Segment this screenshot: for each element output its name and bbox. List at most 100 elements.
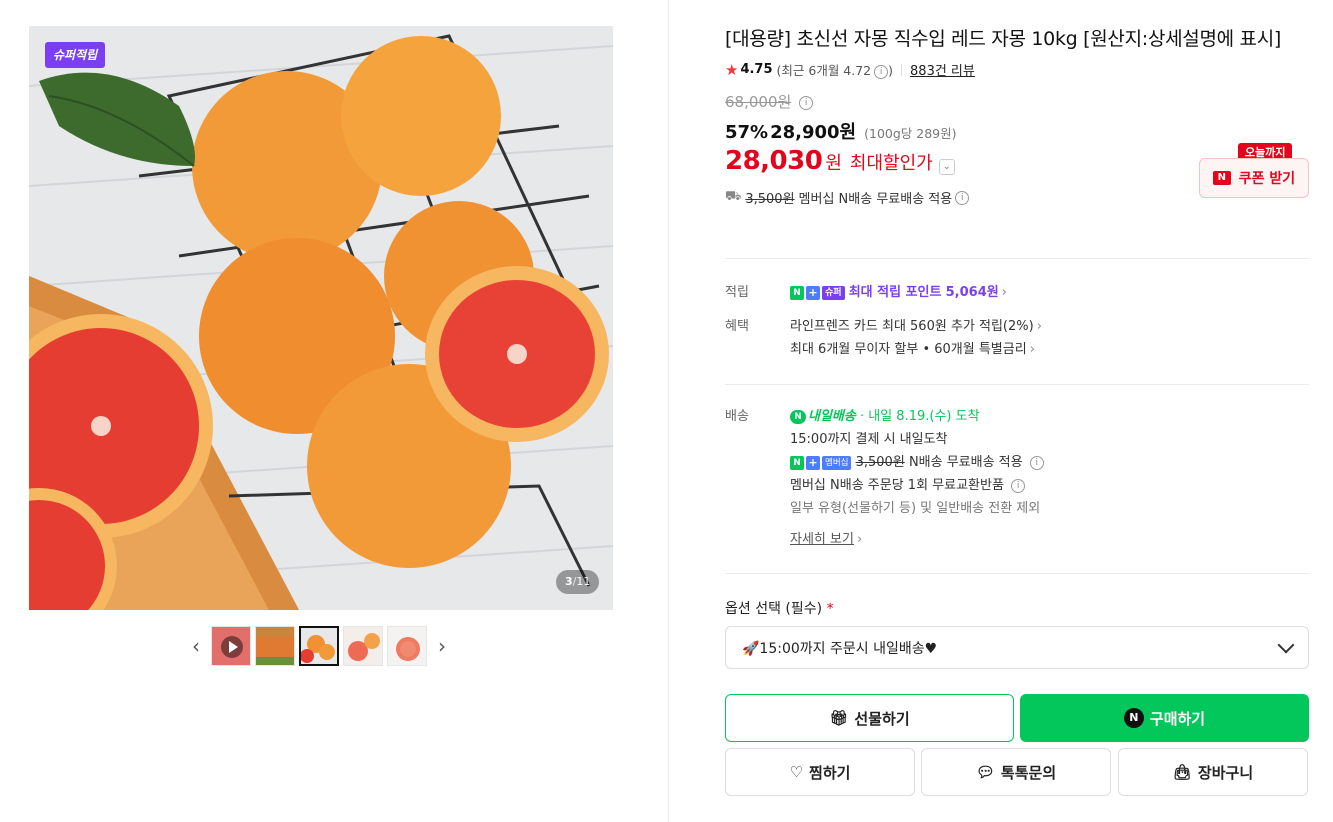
tomorrow-delivery-badge: N 내일배송 — [790, 405, 856, 428]
buy-button[interactable]: N 구매하기 — [1020, 694, 1309, 742]
option-label: 옵션 선택 (필수) * — [725, 598, 834, 618]
thumbnail-video[interactable] — [211, 626, 251, 666]
arrival-date: · 내일 8.19.(수) 도착 — [859, 409, 980, 424]
coupon-label: 쿠폰 받기 — [1238, 171, 1296, 187]
delivery-exchange-row: 멤버십 N배송 주문당 1회 무료교환반품 i — [790, 474, 1309, 497]
delivery-member-row: N + 멤버십 3,500원 N배송 무료배송 적용 i — [790, 451, 1309, 474]
wishlist-label: 찜하기 — [809, 763, 851, 782]
star-icon: ★ — [725, 60, 739, 79]
shipping-text: 멤버십 N배송 무료배송 적용 — [798, 192, 953, 207]
product-main-image[interactable] — [29, 26, 613, 610]
thumbnail-3-active[interactable] — [299, 626, 339, 666]
sale-price: 28,900원 — [770, 122, 857, 143]
thumb-image-5 — [388, 627, 426, 665]
tomorrow-delivery-text: 내일배송 — [808, 409, 856, 424]
naver-pay-icon: N — [1123, 708, 1144, 728]
gift-label: 선물하기 — [854, 709, 910, 728]
gift-icon: 🎁︎ — [829, 709, 849, 727]
thumb-image-3 — [301, 628, 337, 664]
info-icon[interactable]: i — [1029, 455, 1044, 470]
original-price-row: 68,000원 i — [725, 91, 1309, 112]
info-icon[interactable]: i — [874, 64, 889, 79]
thumb-prev-button[interactable]: ‹ — [185, 625, 207, 667]
info-icon[interactable]: i — [1011, 478, 1026, 493]
delivery-free-text: N배송 무료배송 적용 — [908, 455, 1023, 470]
product-title: [대용량] 초신선 자몽 직수입 레드 자몽 10kg [원산지:상세설명에 표… — [725, 28, 1282, 50]
original-price: 68,000원 — [725, 93, 792, 111]
rating-score: 4.75 — [740, 62, 773, 77]
benefit-card-link[interactable]: 라인프렌즈 카드 최대 560원 추가 적립(2%) › — [790, 315, 1309, 338]
naver-n-icon: N — [790, 409, 806, 424]
image-page-indicator: 3/11 — [556, 570, 600, 594]
page-total: 11 — [576, 575, 591, 588]
page-current: 3 — [565, 575, 573, 588]
cart-button[interactable]: 👜︎ 장바구니 — [1118, 748, 1308, 796]
delivery-exclusion: 일부 유형(선물하기 등) 및 일반배송 전환 제외 — [790, 501, 1041, 516]
rating-row: ★ 4.75 (최근 6개월 4.72 i) 883건 리뷰 — [725, 60, 1309, 80]
naver-n-badge: N — [790, 455, 804, 470]
buy-label: 구매하기 — [1149, 709, 1206, 728]
plus-badge: + — [806, 455, 820, 470]
thumbnail-2[interactable] — [255, 626, 295, 666]
truck-icon: ⛟ — [725, 189, 742, 204]
detail-link-text: 자세히 보기 — [790, 532, 854, 547]
delivery-cutoff: 15:00까지 결제 시 내일도착 — [790, 432, 948, 447]
naver-n-badge: N — [790, 285, 804, 300]
max-discount-price: 28,030 — [725, 146, 823, 176]
chevron-right-icon: › — [1029, 342, 1035, 357]
points-text: 최대 적립 포인트 — [848, 285, 942, 300]
shopping-bag-icon: 👜︎ — [1172, 763, 1192, 781]
recent-rating-close: ) — [888, 63, 894, 78]
unit-price: (100g당 289원) — [864, 126, 957, 141]
benefit-installment-link[interactable]: 최대 6개월 무이자 할부 • 60개월 특별금리 › — [790, 338, 1309, 361]
option-select[interactable]: 🚀15:00까지 주문시 내일배송♥ — [725, 626, 1309, 669]
chevron-right-icon: › — [856, 532, 863, 547]
points-section: 적립 N + 슈퍼 최대 적립 포인트 5,064원 › — [725, 281, 1309, 304]
section-divider — [725, 384, 1309, 385]
cart-label: 장바구니 — [1197, 763, 1254, 782]
page-separator: / — [572, 575, 577, 588]
chevron-right-icon: › — [1036, 319, 1042, 334]
wishlist-button[interactable]: ♡ 찜하기 — [725, 748, 915, 796]
chevron-down-icon — [1277, 636, 1295, 653]
chevron-right-icon: › — [1001, 285, 1007, 300]
max-discount-won: 원 — [825, 153, 842, 174]
points-label: 적립 — [725, 285, 749, 300]
option-selected-value: 🚀15:00까지 주문시 내일배송♥ — [742, 640, 938, 657]
reviews-link[interactable]: 883건 리뷰 — [910, 60, 975, 79]
gift-button[interactable]: 🎁︎ 선물하기 — [725, 694, 1014, 742]
benefits-section: 혜택 라인프렌즈 카드 최대 560원 추가 적립(2%) › 최대 6개월 무이… — [725, 315, 1309, 361]
points-amount: 5,064원 — [945, 285, 999, 300]
naver-coupon-icon: N — [1212, 171, 1231, 185]
thumb-image-4 — [344, 627, 382, 665]
benefit-card-text: 라인프렌즈 카드 최대 560원 추가 적립(2%) — [790, 319, 1034, 334]
thumb-next-button[interactable]: › — [431, 625, 453, 667]
price-info-icon[interactable]: i — [799, 95, 814, 110]
chat-icon: 💬︎ — [975, 763, 995, 781]
chevron-down-icon[interactable]: ⌄ — [938, 159, 955, 175]
shipping-original-fee: 3,500원 — [745, 192, 795, 207]
talk-inquiry-label: 톡톡문의 — [1000, 763, 1057, 782]
chevron-left-icon: ‹ — [192, 634, 200, 658]
delivery-detail-link[interactable]: 자세히 보기 › — [790, 528, 1309, 551]
super-badge-small: 슈퍼 — [822, 285, 845, 300]
heart-icon: ♡ — [789, 763, 804, 781]
delivery-exchange-text: 멤버십 N배송 주문당 1회 무료교환반품 — [790, 478, 1004, 493]
thumbnail-carousel: ‹ › — [185, 625, 453, 667]
required-mark: * — [826, 601, 834, 617]
column-divider — [668, 0, 669, 822]
shipping-info-icon[interactable]: i — [955, 190, 970, 205]
recent-rating: (최근 6개월 4.72 i) — [777, 60, 894, 79]
delivery-section: 배송 N 내일배송 · 내일 8.19.(수) 도착 15:00까지 결제 시 내… — [725, 405, 1309, 551]
section-divider — [725, 258, 1309, 259]
thumb-image-2 — [256, 627, 294, 665]
rating-divider — [901, 63, 903, 76]
talk-inquiry-button[interactable]: 💬︎ 톡톡문의 — [921, 748, 1111, 796]
benefit-installment-text: 최대 6개월 무이자 할부 • 60개월 특별금리 — [790, 342, 1027, 357]
video-thumb-image — [212, 627, 250, 665]
max-discount-label: 최대할인가 — [849, 153, 933, 174]
thumbnail-5[interactable] — [387, 626, 427, 666]
coupon-button[interactable]: N 쿠폰 받기 — [1199, 158, 1309, 198]
points-link[interactable]: N + 슈퍼 최대 적립 포인트 5,064원 › — [790, 281, 1309, 304]
thumbnail-4[interactable] — [343, 626, 383, 666]
